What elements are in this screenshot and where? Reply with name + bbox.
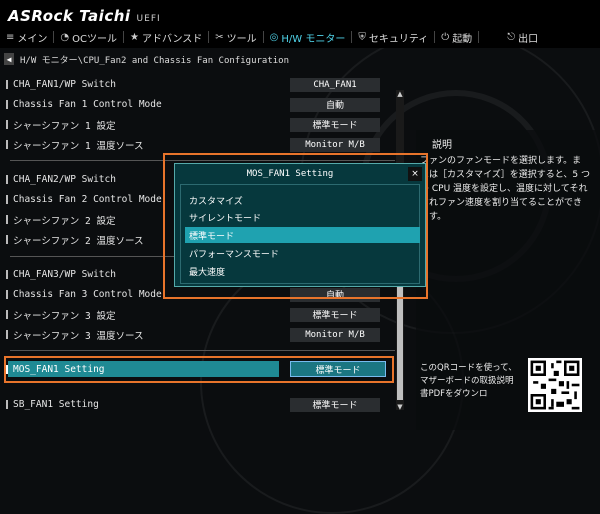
shield-icon: ⛨ [358,31,366,43]
row-marker [6,270,8,279]
scroll-down-icon[interactable]: ▼ [396,403,404,411]
setting-label: シャーシファン 3 設定 [13,310,116,322]
row-marker [6,175,8,184]
setting-label: Chassis Fan 2 Control Mode [13,194,162,205]
selected-row-highlight [4,356,394,383]
nav-label: 起動 [452,33,473,45]
nav-separator [478,31,480,43]
setting-label: シャーシファン 3 温度ソース [13,330,144,342]
nav-label: OCツール [72,33,117,45]
setting-label: シャーシファン 2 温度ソース [13,235,144,247]
row-marker [6,80,8,89]
setting-label: CHA_FAN3/WP Switch [13,269,116,280]
option-performance[interactable]: パフォーマンスモード [185,245,420,261]
option-full-speed[interactable]: 最大速度 [185,263,420,279]
setting-label: シャーシファン 1 設定 [13,120,116,132]
setting-row[interactable]: Chassis Fan 1 Control Mode 自動 [6,96,396,113]
nav-label: ツール [226,33,257,45]
option-standard[interactable]: 標準モード [185,227,420,243]
fan-setting-dialog: MOS_FAN1 Setting × カスタマイズ サイレントモード 標準モード… [174,163,426,287]
row-marker [6,400,8,409]
setting-label: Chassis Fan 1 Control Mode [13,99,162,110]
setting-label: Chassis Fan 3 Control Mode [13,289,162,300]
breadcrumb: ◀ H/W モニター\CPU_Fan2 and Chassis Fan Conf… [0,52,600,66]
close-icon[interactable]: × [408,167,422,181]
exit-icon: ⎋ [507,31,516,43]
nav-exit[interactable]: ⎋ 出口 [501,27,544,47]
nav-boot[interactable]: ⏻ 起動 [435,27,478,47]
option-list: カスタマイズ サイレントモード 標準モード パフォーマンスモード 最大速度 [180,184,420,284]
description-title: 説明 [432,140,452,151]
setting-value-button[interactable]: CHA_FAN1 [290,77,380,92]
row-marker [6,195,8,204]
nav-security[interactable]: ⛨ セキュリティ [352,27,434,47]
setting-row[interactable]: シャーシファン 3 設定 標準モード [6,306,396,323]
brand-logo: ASRock Taichi UEFI [8,7,161,25]
nav-oc-tools[interactable]: ◔ OCツール [54,27,123,47]
nav-label: メイン [17,33,48,45]
setting-row[interactable]: シャーシファン 1 設定 標準モード [6,116,396,133]
setting-label: CHA_FAN2/WP Switch [13,174,116,185]
row-marker [6,290,8,299]
setting-label: シャーシファン 2 設定 [13,215,116,227]
row-marker [6,310,8,319]
back-arrow-icon[interactable]: ◀ [4,53,14,65]
monitor-icon: ◎ [269,31,279,43]
scroll-up-icon[interactable]: ▲ [396,90,404,98]
brand-name: ASRock Taichi [8,7,131,25]
setting-label: シャーシファン 1 温度ソース [13,140,144,152]
nav-label: アドバンスド [141,33,203,45]
row-marker [6,100,8,109]
section-divider [10,350,395,351]
setting-value-button[interactable]: 標準モード [290,397,380,412]
row-marker [6,330,8,339]
option-silent[interactable]: サイレントモード [185,209,420,225]
uefi-label: UEFI [136,14,161,24]
row-marker [6,235,8,244]
row-marker [6,120,8,129]
power-icon: ⏻ [441,31,450,43]
description-text: ファンのファンモードを選択します。または［カスタマイズ］を選択すると、5 つの … [420,156,590,222]
row-marker [6,215,8,224]
tools-icon: ✂ [215,31,224,43]
nav-main[interactable]: ≡ メイン [0,27,53,47]
main-nav: ≡ メイン ◔ OCツール ★ アドバンスド ✂ ツール ◎ H/W モニター ⛨ セキュリ… [0,27,544,47]
option-customize[interactable]: カスタマイズ [185,192,420,208]
qr-code-icon [528,358,582,412]
setting-row[interactable]: SB_FAN1 Setting 標準モード [6,396,396,413]
nav-advanced[interactable]: ★ アドバンスド [124,27,208,47]
setting-value-button[interactable]: 自動 [290,97,380,112]
nav-tools[interactable]: ✂ ツール [209,27,262,47]
speedometer-icon: ◔ [60,31,70,43]
top-bar: ASRock Taichi UEFI ≡ メイン ◔ OCツール ★ アドバンスド ✂ ツ… [0,0,600,48]
setting-row[interactable]: シャーシファン 1 温度ソース Monitor M/B [6,136,396,153]
setting-value-button[interactable]: 標準モード [290,307,380,322]
setting-row[interactable]: シャーシファン 3 温度ソース Monitor M/B [6,326,396,343]
setting-label: CHA_FAN1/WP Switch [13,79,116,90]
nav-label: 出口 [518,33,539,45]
setting-value-button[interactable]: Monitor M/B [290,137,380,152]
row-marker [6,140,8,149]
setting-label: SB_FAN1 Setting [13,399,99,410]
breadcrumb-text: H/W モニター\CPU_Fan2 and Chassis Fan Config… [20,55,289,66]
list-icon: ≡ [6,31,15,43]
setting-row[interactable]: CHA_FAN1/WP Switch CHA_FAN1 [6,76,396,93]
nav-label: セキュリティ [368,33,429,45]
star-icon: ★ [129,31,139,43]
dialog-title: MOS_FAN1 Setting [246,169,334,179]
setting-value-button[interactable]: Monitor M/B [290,327,380,342]
nav-label: H/W モニター [281,33,346,45]
nav-hw-monitor[interactable]: ◎ H/W モニター [264,27,352,47]
qr-description: このQRコードを使って、マザーボードの取扱説明書PDFをダウンロ [420,363,517,399]
setting-value-button[interactable]: 標準モード [290,117,380,132]
